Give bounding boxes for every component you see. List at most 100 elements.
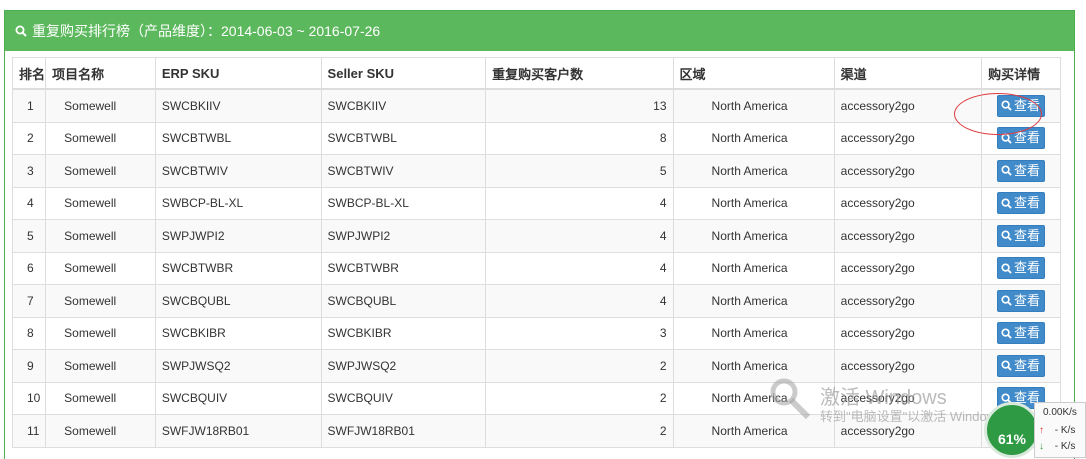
table-row: 2 Somewell SWCBTWBL SWCBTWBL 8 North America a… [11, 121, 1061, 155]
cell-details: 查看 [981, 284, 1061, 318]
view-details-button[interactable]: 查看 [997, 159, 1046, 182]
cell-project: Somewell [45, 381, 156, 415]
cell-region: North America [672, 284, 835, 318]
cell-channel: accessory2go [833, 284, 983, 318]
cell-repeat-customers: 4 [485, 186, 674, 220]
cell-erp-sku: SWBCP-BL-XL [154, 186, 322, 220]
cell-seller-sku: SWCBTWBR [320, 251, 487, 285]
panel-header: 重复购买排行榜（产品维度）：2014-06-03 ~ 2016-07-26 [5, 11, 1074, 51]
view-details-button[interactable]: 查看 [997, 224, 1046, 247]
table-row: 7 Somewell SWCBQUBL SWCBQUBL 4 North America a… [11, 284, 1061, 318]
cell-region: North America [672, 121, 835, 155]
search-icon [15, 25, 27, 37]
table-row: 6 Somewell SWCBTWBR SWCBTWBR 4 North America a… [11, 251, 1061, 285]
cell-rank: 10 [11, 381, 47, 415]
memory-usage-gauge[interactable]: 61% [984, 402, 1040, 458]
view-details-label: 查看 [1014, 97, 1041, 113]
cell-erp-sku: SWPJWSQ2 [154, 349, 322, 383]
cell-rank: 6 [11, 251, 47, 285]
cell-seller-sku: SWPJWSQ2 [320, 349, 487, 383]
cell-project: Somewell [45, 251, 156, 285]
search-icon [1001, 198, 1012, 209]
cell-repeat-customers: 3 [485, 316, 674, 350]
cell-details: 查看 [981, 154, 1061, 188]
table-row: 8 Somewell SWCBKIBR SWCBKIBR 3 North America a… [11, 316, 1061, 350]
download-speed-row: ↑ - K/s [1039, 425, 1075, 436]
table-row: 4 Somewell SWBCP-BL-XL SWBCP-BL-XL 4 North Am… [11, 186, 1061, 220]
cell-erp-sku: SWPJWPI2 [154, 219, 322, 253]
view-details-button[interactable]: 查看 [997, 322, 1046, 345]
search-icon [1001, 133, 1012, 144]
cell-rank: 1 [11, 88, 47, 123]
cell-rank: 5 [11, 219, 47, 253]
cell-rank: 11 [11, 414, 47, 448]
cell-region: North America [672, 186, 835, 220]
cell-erp-sku: SWCBKIBR [154, 316, 322, 350]
cell-erp-sku: SWCBTWBR [154, 251, 322, 285]
cell-repeat-customers: 2 [485, 414, 674, 448]
view-details-button[interactable]: 查看 [997, 257, 1046, 280]
view-details-button[interactable]: 查看 [997, 94, 1046, 117]
cell-erp-sku: SWCBTWBL [154, 121, 322, 155]
network-monitor-widget[interactable]: 61% 0.00K/s ↑ - K/s ↓ - K/s [984, 402, 1086, 458]
column-header-repeat-customers: 重复购买客户数 [485, 57, 674, 90]
table-row: 3 Somewell SWCBTWIV SWCBTWIV 5 North America a… [11, 154, 1061, 188]
table-row: 1 Somewell SWCBKIIV SWCBKIIV 13 North America… [11, 88, 1061, 123]
cell-channel: accessory2go [833, 186, 983, 220]
network-speed-panel: 0.00K/s ↑ - K/s ↓ - K/s [1034, 402, 1086, 458]
cell-channel: accessory2go [833, 219, 983, 253]
view-details-label: 查看 [1014, 325, 1041, 341]
cell-project: Somewell [45, 121, 156, 155]
view-details-label: 查看 [1014, 130, 1041, 146]
view-details-button[interactable]: 查看 [997, 289, 1046, 312]
panel-title: 重复购买排行榜（产品维度）：2014-06-03 ~ 2016-07-26 [32, 23, 381, 39]
upload-arrow-icon: ↑ [1039, 425, 1044, 436]
column-header-seller-sku: Seller SKU [320, 57, 487, 90]
cell-repeat-customers: 4 [485, 251, 674, 285]
view-details-button[interactable]: 查看 [997, 354, 1046, 377]
cell-details: 查看 [981, 121, 1061, 155]
cell-repeat-customers: 8 [485, 121, 674, 155]
cell-erp-sku: SWCBTWIV [154, 154, 322, 188]
cell-repeat-customers: 13 [485, 88, 674, 123]
cell-rank: 2 [11, 121, 47, 155]
view-details-label: 查看 [1014, 195, 1041, 211]
search-icon [1001, 360, 1012, 371]
cell-channel: accessory2go [833, 88, 983, 123]
cell-channel: accessory2go [833, 316, 983, 350]
cell-region: North America [672, 251, 835, 285]
cell-seller-sku: SWBCP-BL-XL [320, 186, 487, 220]
cell-seller-sku: SWCBKIBR [320, 316, 487, 350]
cell-project: Somewell [45, 219, 156, 253]
cell-details: 查看 [981, 349, 1061, 383]
cell-erp-sku: SWFJW18RB01 [154, 414, 322, 448]
cell-rank: 4 [11, 186, 47, 220]
cell-channel: accessory2go [833, 251, 983, 285]
cell-region: North America [672, 154, 835, 188]
cell-region: North America [672, 219, 835, 253]
cell-project: Somewell [45, 316, 156, 350]
cell-project: Somewell [45, 414, 156, 448]
search-icon [1001, 165, 1012, 176]
cell-seller-sku: SWCBQUIV [320, 381, 487, 415]
cell-seller-sku: SWCBQUBL [320, 284, 487, 318]
cell-region: North America [672, 316, 835, 350]
cell-repeat-customers: 4 [485, 219, 674, 253]
cell-erp-sku: SWCBQUIV [154, 381, 322, 415]
upload-speed-row: 0.00K/s [1043, 407, 1077, 418]
cell-erp-sku: SWCBKIIV [154, 88, 322, 123]
cell-seller-sku: SWCBTWIV [320, 154, 487, 188]
view-details-button[interactable]: 查看 [997, 127, 1046, 150]
search-icon [1001, 263, 1012, 274]
key-icon [770, 378, 811, 420]
cell-details: 查看 [981, 251, 1061, 285]
view-details-label: 查看 [1014, 227, 1041, 243]
view-details-button[interactable]: 查看 [997, 192, 1046, 215]
search-icon [1001, 100, 1012, 111]
cell-project: Somewell [45, 186, 156, 220]
column-header-channel: 渠道 [833, 57, 983, 90]
column-header-region: 区域 [672, 57, 835, 90]
download-speed: - K/s [1054, 425, 1076, 436]
search-icon [1001, 295, 1012, 306]
cell-project: Somewell [45, 284, 156, 318]
